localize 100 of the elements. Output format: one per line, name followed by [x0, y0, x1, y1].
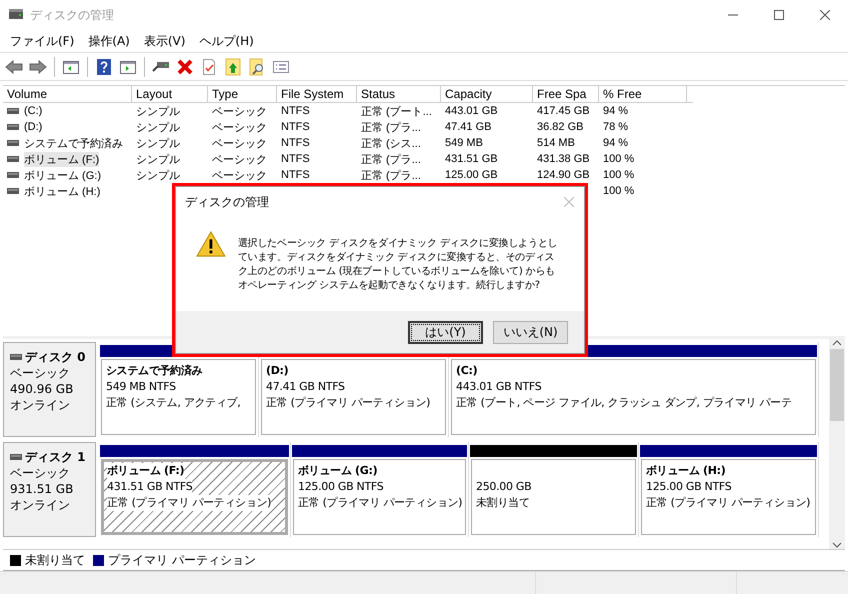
close-icon [564, 197, 574, 207]
forward-arrow-icon [29, 58, 47, 76]
partition-status: 正常 (プライマリ パーティション) [646, 495, 810, 511]
partition-size: 431.51 GB NTFS [107, 479, 192, 495]
table-cell: 100 % [603, 169, 634, 181]
partition-box[interactable]: ボリューム (F:) 431.51 GB NTFS 正常 (プライマリ パーティション) [101, 459, 288, 535]
help-icon [95, 58, 113, 76]
partition-status: 正常 (プライマリ パーティション) [266, 395, 430, 411]
menu-item[interactable]: ヘルプ(H) [192, 32, 261, 50]
partition-size: 549 MB NTFS [106, 379, 176, 395]
partition-box[interactable]: システムで予約済み 549 MB NTFS 正常 (システム, アクティブ, [101, 359, 256, 435]
table-cell: 549 MB [445, 137, 483, 149]
partition-status: 正常 (プライマリ パーティション) [298, 495, 462, 511]
table-cell-text: シンプル [136, 136, 180, 150]
table-cell: 431.51 GB [445, 153, 498, 165]
disk-name: ディスク 0 [25, 349, 86, 365]
disk-size: 490.96 GB [10, 381, 74, 397]
up-chevron-icon [832, 339, 842, 347]
partition-size: 443.01 GB NTFS [456, 379, 542, 395]
disk-status: オンライン [10, 397, 71, 413]
drive-icon [10, 354, 22, 360]
legend-label: プライマリ パーティション [108, 552, 256, 568]
disk-size: 931.51 GB [10, 481, 74, 497]
table-cell: NTFS [281, 121, 310, 133]
drive-icon [10, 454, 22, 460]
table-cell: 514 MB [537, 137, 575, 149]
partition-box[interactable]: 250.00 GB 未割り当て [471, 459, 636, 535]
partition-status: 正常 (システム, アクティブ, [106, 395, 240, 411]
vertical-scrollbar[interactable] [829, 339, 845, 549]
table-cell: 417.45 GB [537, 105, 590, 117]
dialog-button[interactable]: はい(Y) [408, 320, 483, 344]
checklist-icon [200, 58, 218, 76]
down-chevron-icon [832, 541, 842, 549]
table-cell-text: ベーシック [212, 168, 267, 182]
partition-name: (D:) [266, 363, 288, 379]
table-cell-text: 正常 (プラ... [361, 152, 421, 166]
partition-status: 正常 (ブート, ページ ファイル, クラッシュ ダンプ, プライマリ パーテ [456, 395, 792, 411]
dialog-title: ディスクの管理 [185, 194, 270, 210]
partition-status: 未割り当て [476, 495, 530, 511]
table-cell-text: シンプル [136, 104, 180, 118]
close-icon [820, 10, 830, 20]
table-cell-text: ボリューム (G:) [24, 168, 101, 182]
folder-up-icon [224, 58, 242, 76]
table-cell: 125.00 GB [445, 169, 498, 181]
legend-label: 未割り当て [25, 552, 85, 568]
partition-size: 47.41 GB NTFS [266, 379, 345, 395]
table-cell: 94 % [603, 137, 628, 149]
table-cell: 78 % [603, 121, 628, 133]
table-cell: NTFS [281, 153, 310, 165]
table-cell-text: 正常 (プラ... [361, 168, 421, 182]
dialog-message: 選択したベーシック ディスクをダイナミック ディスクに変換しようとしています。ディスクをダイナミック ディスクに変換すると、そのディスク上のどのボリューム (現在ブートしているボリュームを除いて) からもオペレーティング システムを起動できなくなります。続行しますか? [238, 236, 558, 293]
folder-search-icon [248, 58, 266, 76]
table-cell-text: シンプル [136, 152, 180, 166]
table-cell: 47.41 GB [445, 121, 492, 133]
partition-box[interactable]: ボリューム (G:) 125.00 GB NTFS 正常 (プライマリ パーティション) [293, 459, 466, 535]
drive-icon [7, 188, 19, 194]
table-cell: NTFS [281, 169, 310, 181]
partition-name: ボリューム (F:) [107, 463, 184, 479]
table-cell: 100 % [603, 185, 634, 197]
partition-name: ボリューム (G:) [298, 463, 378, 479]
partition-box[interactable]: (C:) 443.01 GB NTFS 正常 (ブート, ページ ファイル, クラッシュ ダンプ, プライマリ パーテ [451, 359, 816, 435]
table-cell: NTFS [281, 105, 310, 117]
menu-item[interactable]: ファイル(F) [3, 32, 82, 50]
drive-icon [7, 172, 19, 178]
table-cell-text: ベーシック [212, 104, 267, 118]
table-cell: NTFS [281, 137, 310, 149]
partition-name: (C:) [456, 363, 478, 379]
menu-item[interactable]: 表示(V) [136, 32, 192, 50]
menu-item[interactable]: 操作(A) [81, 32, 137, 50]
dialog-button[interactable]: いいえ(N) [493, 320, 568, 344]
table-cell-text: シンプル [136, 120, 180, 134]
disk-status: オンライン [10, 497, 71, 513]
table-cell-text: 正常 (プラ... [361, 120, 421, 134]
table-cell: ボリューム (F:) [24, 152, 100, 166]
partition-name: ボリューム (H:) [646, 463, 726, 479]
table-cell-text: ボリューム (H:) [24, 184, 100, 198]
partition-box[interactable]: (D:) 47.41 GB NTFS 正常 (プライマリ パーティション) [261, 359, 446, 435]
table-cell: 36.82 GB [537, 121, 584, 133]
table-cell-text: 正常 (シス... [361, 136, 421, 150]
warning-icon [196, 229, 226, 259]
partition-size: 125.00 GB NTFS [646, 479, 732, 495]
drive-icon [7, 108, 19, 114]
drive-icon [7, 140, 19, 146]
partition-size: 250.00 GB [476, 479, 532, 495]
disk-drive-icon [8, 8, 24, 22]
disk-name: ディスク 1 [25, 449, 86, 465]
delete-icon [176, 58, 194, 76]
back-arrow-icon [5, 58, 23, 76]
table-cell: (C:) [24, 105, 42, 117]
maximize-icon [774, 10, 784, 20]
partition-box[interactable]: ボリューム (H:) 125.00 GB NTFS 正常 (プライマリ パーティション) [641, 459, 816, 535]
table-cell-text: ベーシック [212, 152, 267, 166]
table-cell-text: システムで予約済み [24, 136, 123, 150]
table-cell: 443.01 GB [445, 105, 498, 117]
table-cell: (D:) [24, 121, 42, 133]
partition-status: 正常 (プライマリ パーティション) [107, 495, 272, 511]
disk-type: ベーシック [10, 365, 71, 381]
table-cell: 124.90 GB [537, 169, 590, 181]
disk-type: ベーシック [10, 465, 71, 481]
table-cell-text: ベーシック [212, 136, 267, 150]
